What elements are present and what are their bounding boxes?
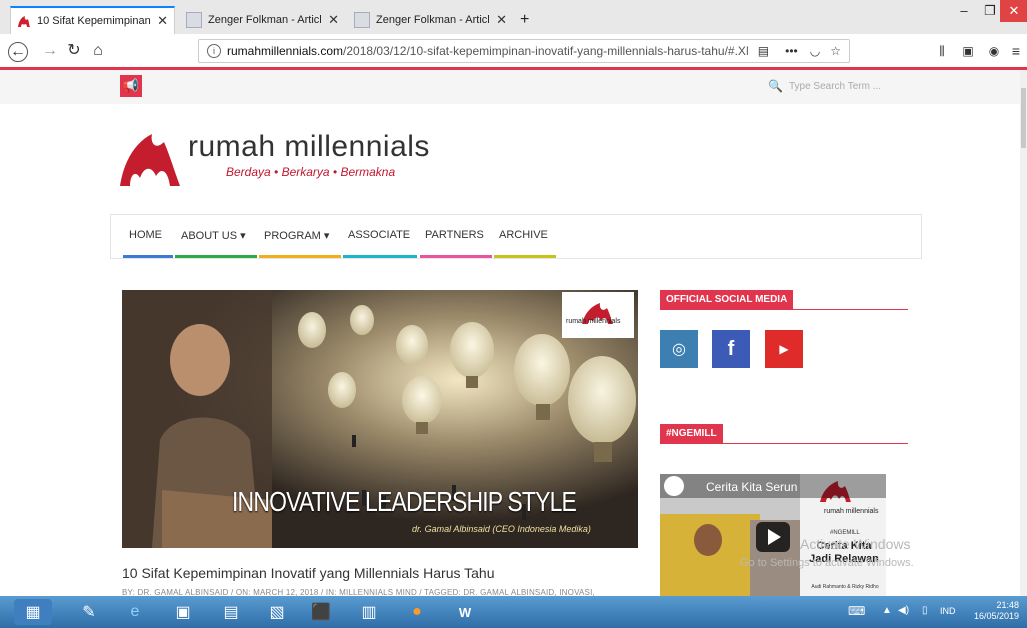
post-title[interactable]: 10 Sifat Kepemimpinan Inovatif yang Mill… [122, 565, 495, 581]
menu-bar-about [175, 255, 257, 258]
activate-watermark-text: Go to Settings to activate Windows. [740, 557, 914, 569]
tab-zenger-2[interactable]: Zenger Folkman - Articles and ✕ [348, 6, 513, 34]
brand-tagline: Berdaya • Berkarya • Bermakna [226, 165, 396, 179]
hero-byline: dr. Gamal Albinsaid (CEO Indonesia Medik… [412, 524, 591, 534]
hero-logo-text: rumah millennials [566, 318, 621, 325]
site-info-icon[interactable]: i [207, 44, 221, 58]
calendar-icon[interactable]: ▤ [212, 599, 250, 625]
tab-close-icon[interactable]: ✕ [157, 13, 168, 29]
clock[interactable]: 21:48 16/05/2019 [974, 600, 1019, 622]
menu-bar-program [259, 255, 341, 258]
browser-toolbar: ← → ↻ ⌂ i rumahmillennials.com/2018/03/1… [0, 34, 1027, 69]
volume-icon[interactable]: ◀) [898, 605, 909, 616]
video-embed[interactable]: Cerita Kita Serun rumah millennials #NGE… [660, 474, 886, 596]
menu-partners[interactable]: PARTNERS [425, 229, 484, 241]
language-indicator[interactable]: IND [940, 606, 956, 616]
reader-view-icon[interactable]: ▤ [758, 44, 769, 58]
keyboard-icon[interactable]: ⌨ [848, 604, 865, 618]
site-logo[interactable] [116, 120, 186, 195]
back-arrow-icon[interactable]: ← [8, 42, 28, 62]
instagram-icon[interactable]: ◎ [660, 330, 698, 368]
video-brand: rumah millennials [824, 508, 879, 515]
menu-bar-home [123, 255, 173, 258]
facebook-icon[interactable]: f [712, 330, 750, 368]
menu-icon[interactable]: ≡ [1006, 42, 1026, 62]
pdf-reader-icon[interactable]: ⬛ [302, 599, 340, 625]
page-favicon-icon [186, 12, 202, 28]
menu-archive[interactable]: ARCHIVE [499, 229, 548, 241]
start-button-icon[interactable]: ▦ [14, 599, 52, 625]
social-section-title: OFFICIAL SOCIAL MEDIA [660, 290, 794, 309]
ngemill-section-header: #NGEMILL [660, 423, 908, 444]
menu-home[interactable]: HOME [129, 229, 162, 241]
ie-icon[interactable]: e [116, 599, 154, 625]
windows-taskbar: ▦ ✎ e ▣ ▤ ▧ ⬛ ▥ ● W ⌨ ▲ ◀) ▯ IND 21:48 1… [0, 596, 1027, 628]
youtube-icon[interactable]: ▶ [765, 330, 803, 368]
site-favicon-icon [17, 14, 31, 28]
menu-bar-associate [343, 255, 417, 258]
tab-zenger-1[interactable]: Zenger Folkman - Articles and ✕ [180, 6, 345, 34]
firefox-icon[interactable]: ● [398, 599, 436, 625]
library-icon[interactable]: ⫼ [932, 42, 952, 62]
video-title: Cerita Kita Serun [706, 480, 798, 494]
search-input[interactable]: Type Search Term ... [789, 81, 881, 92]
tray-expand-icon[interactable]: ▲ [882, 605, 892, 616]
tab-close-icon[interactable]: ✕ [328, 12, 339, 28]
video-names: Audi Rahmanto & Rizky Ridho [811, 584, 879, 590]
post-meta: BY: DR. GAMAL ALBINSAID / ON: MARCH 12, … [122, 588, 595, 596]
url-bar[interactable]: i rumahmillennials.com/2018/03/12/10-sif… [198, 39, 850, 63]
account-icon[interactable]: ◉ [984, 42, 1004, 62]
tab-close-icon[interactable]: ✕ [496, 12, 507, 28]
site-search[interactable]: 🔍 Type Search Term ... [768, 79, 881, 93]
network-app-icon[interactable]: ▣ [164, 599, 202, 625]
new-tab-button[interactable]: + [514, 6, 538, 34]
reload-icon[interactable]: ↻ [64, 42, 84, 62]
menu-about[interactable]: ABOUT US ▾ [181, 229, 246, 242]
social-section-header: OFFICIAL SOCIAL MEDIA [660, 289, 908, 310]
ngemill-section-title: #NGEMILL [660, 424, 723, 443]
bookmark-star-icon[interactable]: ☆ [830, 44, 841, 58]
tab-active[interactable]: 10 Sifat Kepemimpinan Inovatif ✕ [10, 6, 175, 34]
sidebar-icon[interactable]: ▣ [958, 42, 978, 62]
word-icon[interactable]: W [446, 599, 484, 625]
page-favicon-icon [354, 12, 370, 28]
clock-date: 16/05/2019 [973, 611, 1019, 621]
battery-icon[interactable]: ▯ [922, 605, 928, 616]
activate-watermark-title: Activate Windows [800, 536, 911, 552]
main-menu: HOME ABOUT US ▾ PROGRAM ▾ ASSOCIATE PART… [110, 214, 922, 259]
scrollbar-thumb[interactable] [1021, 88, 1026, 148]
menu-program[interactable]: PROGRAM ▾ [264, 229, 329, 242]
url-text: rumahmillennials.com/2018/03/12/10-sifat… [227, 44, 748, 58]
featured-image[interactable]: INNOVATIVE LEADERSHIP STYLE dr. Gamal Al… [122, 290, 638, 548]
tools-icon[interactable]: ✎ [70, 599, 108, 625]
scrollbar[interactable] [1020, 70, 1027, 596]
menu-associate[interactable]: ASSOCIATE [348, 229, 410, 241]
hero-headline: INNOVATIVE LEADERSHIP STYLE [232, 486, 577, 517]
new-tab-icon: + [520, 11, 530, 28]
tab-label: 10 Sifat Kepemimpinan Inovatif [37, 15, 151, 27]
photo-viewer-icon[interactable]: ▧ [258, 599, 296, 625]
pocket-icon[interactable]: ◡ [810, 44, 820, 58]
forward-arrow-icon[interactable]: → [40, 42, 60, 62]
page-actions-icon[interactable]: ••• [785, 44, 798, 58]
brand-name: rumah millennials [188, 130, 430, 163]
home-icon[interactable]: ⌂ [88, 42, 108, 62]
file-manager-icon[interactable]: ▥ [350, 599, 388, 625]
minimize-button[interactable]: – [950, 0, 978, 22]
browser-tabstrip: 10 Sifat Kepemimpinan Inovatif ✕ Zenger … [0, 0, 1027, 34]
tab-label: Zenger Folkman - Articles and [376, 14, 490, 26]
webpage: 📢 🔍 Type Search Term ... rumah millennia… [0, 70, 1020, 596]
site-topbar: 📢 🔍 Type Search Term ... [0, 70, 1020, 104]
menu-bar-archive [494, 255, 556, 258]
announce-icon[interactable]: 📢 [120, 75, 142, 97]
search-icon: 🔍 [768, 79, 783, 93]
close-window-button[interactable]: ✕ [1000, 0, 1027, 22]
menu-bar-partners [420, 255, 492, 258]
tab-label: Zenger Folkman - Articles and [208, 14, 322, 26]
clock-time: 21:48 [996, 600, 1019, 610]
